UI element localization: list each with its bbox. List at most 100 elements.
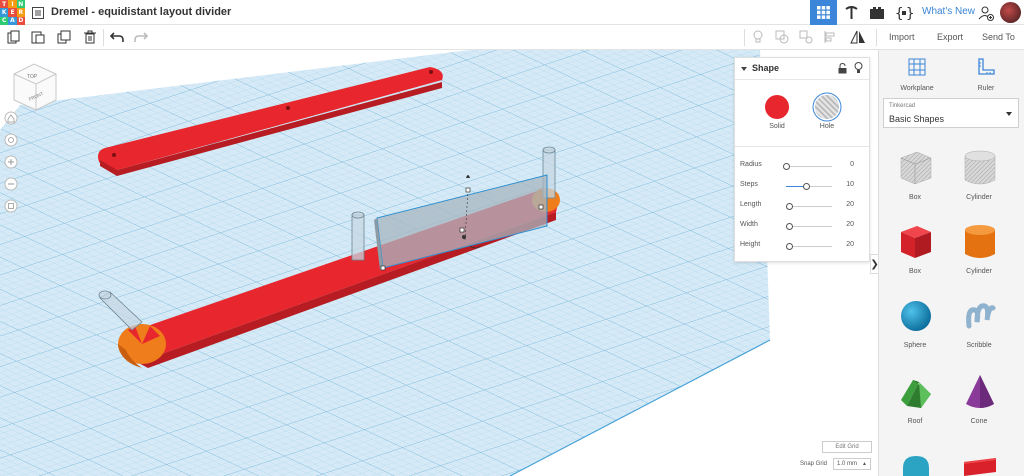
zoom-out-icon[interactable] [4, 177, 18, 191]
svg-text:}: } [906, 6, 913, 21]
shape-label: Roof [907, 418, 923, 425]
home-view-icon[interactable] [4, 111, 18, 125]
top-bar: T I N K E R C A D Dremel - equidistant l… [0, 0, 1024, 25]
import-button[interactable]: Import [889, 32, 915, 42]
ruler-icon [978, 58, 995, 75]
lock-icon[interactable] [838, 63, 847, 74]
duplicate-icon[interactable] [56, 29, 72, 45]
snap-grid-select[interactable]: 1.0 mm ▲ [833, 458, 871, 470]
group-icon[interactable] [774, 29, 790, 45]
solid-color-swatch[interactable] [765, 95, 789, 119]
pickaxe-icon[interactable] [840, 0, 862, 25]
box-hole-icon [900, 151, 932, 185]
height-value[interactable]: 20 [846, 241, 854, 248]
shape-label: Sphere [903, 342, 927, 349]
sphere-icon [901, 301, 931, 331]
snap-grid-label: Snap Grid [800, 461, 828, 467]
send-to-button[interactable]: Send To [982, 32, 1015, 42]
design-list-icon[interactable] [32, 6, 44, 19]
align-icon[interactable] [822, 29, 838, 45]
fit-view-icon[interactable] [4, 133, 18, 147]
inspector-header[interactable]: Shape [735, 58, 869, 80]
hole-label: Hole [819, 123, 835, 130]
width-value[interactable]: 20 [846, 221, 854, 228]
logo-letter: R [16, 8, 25, 17]
radius-slider-knob[interactable] [782, 163, 790, 170]
shape-box[interactable]: Box [885, 220, 945, 290]
cone-icon [966, 375, 994, 408]
radius-slider-track[interactable] [786, 166, 832, 167]
whats-new-link[interactable]: What's New [922, 6, 975, 17]
shape-sphere[interactable]: Sphere [885, 294, 945, 364]
length-value[interactable]: 20 [846, 201, 854, 208]
shape-cylinder-hole[interactable]: Cylinder [949, 146, 1009, 216]
shape-scribble[interactable]: Scribble [949, 294, 1009, 364]
circuits-icon[interactable] [866, 0, 888, 25]
ruler-label: Ruler [977, 85, 995, 92]
redo-icon[interactable] [133, 29, 149, 45]
inspector-title: Shape [752, 63, 780, 73]
height-slider-knob[interactable] [786, 243, 794, 250]
library-value: Basic Shapes [889, 114, 945, 124]
paste-icon[interactable] [30, 29, 46, 45]
radius-property: Radius 0 [740, 160, 864, 172]
dropdown-arrow-icon [1006, 112, 1012, 116]
workplane-label: Workplane [900, 85, 934, 92]
shape-label: Box [908, 268, 922, 275]
view-cube[interactable]: TOP FRONT [13, 63, 57, 111]
steps-value[interactable]: 10 [846, 181, 854, 188]
hole-swatch[interactable] [815, 95, 839, 119]
export-button[interactable]: Export [937, 32, 963, 42]
library-source-label: Tinkercad [889, 103, 916, 109]
collapse-chevron-icon[interactable] [741, 67, 747, 71]
width-slider-knob[interactable] [786, 223, 794, 230]
logo-letter: I [8, 0, 17, 9]
hole-peg-middle[interactable] [351, 211, 365, 261]
perspective-icon[interactable] [4, 199, 18, 213]
ruler-tool[interactable]: Ruler [961, 58, 1011, 92]
toolbar-divider [103, 29, 104, 46]
shape-library-select[interactable]: Tinkercad Basic Shapes [883, 98, 1019, 128]
shape-cone[interactable]: Cone [949, 370, 1009, 440]
copy-icon[interactable] [6, 29, 22, 45]
height-property: Height 20 [740, 240, 864, 252]
radius-value[interactable]: 0 [850, 161, 854, 168]
length-slider-knob[interactable] [786, 203, 794, 210]
logo-letter: E [8, 8, 17, 17]
workplane-tool[interactable]: Workplane [892, 58, 942, 92]
add-user-icon[interactable] [976, 0, 996, 25]
steps-label: Steps [740, 181, 758, 188]
shape-text-partial[interactable] [949, 446, 1009, 476]
shape-round-roof-partial[interactable] [885, 446, 945, 476]
steps-slider-knob[interactable] [803, 183, 811, 190]
right-sidebar: Workplane Ruler Tinkercad Basic Shapes B… [878, 50, 1024, 476]
edit-toolbar: Import Export Send To [0, 25, 1024, 50]
undo-icon[interactable] [109, 29, 125, 45]
mirror-icon[interactable] [850, 29, 866, 45]
view-cube-top-label: TOP [27, 74, 38, 80]
codeblocks-icon[interactable]: {} [892, 0, 916, 25]
tinkercad-logo[interactable]: T I N K E R C A D [0, 0, 25, 25]
length-label: Length [740, 201, 762, 208]
length-property: Length 20 [740, 200, 864, 212]
user-avatar[interactable] [1000, 2, 1021, 23]
logo-letter: D [16, 16, 25, 25]
shape-label: Scribble [966, 342, 992, 349]
design-title[interactable]: Dremel - equidistant layout divider [51, 6, 231, 18]
3d-view-grid-icon[interactable] [810, 0, 837, 25]
ungroup-icon[interactable] [798, 29, 814, 45]
delete-icon[interactable] [82, 29, 98, 45]
shape-cylinder[interactable]: Cylinder [949, 220, 1009, 290]
shape-box-hole[interactable]: Box [885, 146, 945, 216]
scribble-icon [966, 303, 996, 329]
edit-grid-button[interactable]: Edit Grid [822, 441, 872, 453]
toolbar-divider [744, 29, 745, 46]
dropdown-arrow-icon: ▲ [862, 461, 867, 467]
radius-label: Radius [740, 161, 762, 168]
cylinder-icon [965, 225, 995, 258]
shape-inspector: Shape Solid Hole Radius 0 Steps 10 Lengt… [734, 57, 870, 262]
zoom-in-icon[interactable] [4, 155, 18, 169]
shape-roof[interactable]: Roof [885, 370, 945, 440]
light-bulb-icon[interactable] [750, 29, 766, 45]
light-bulb-icon[interactable] [854, 62, 863, 74]
